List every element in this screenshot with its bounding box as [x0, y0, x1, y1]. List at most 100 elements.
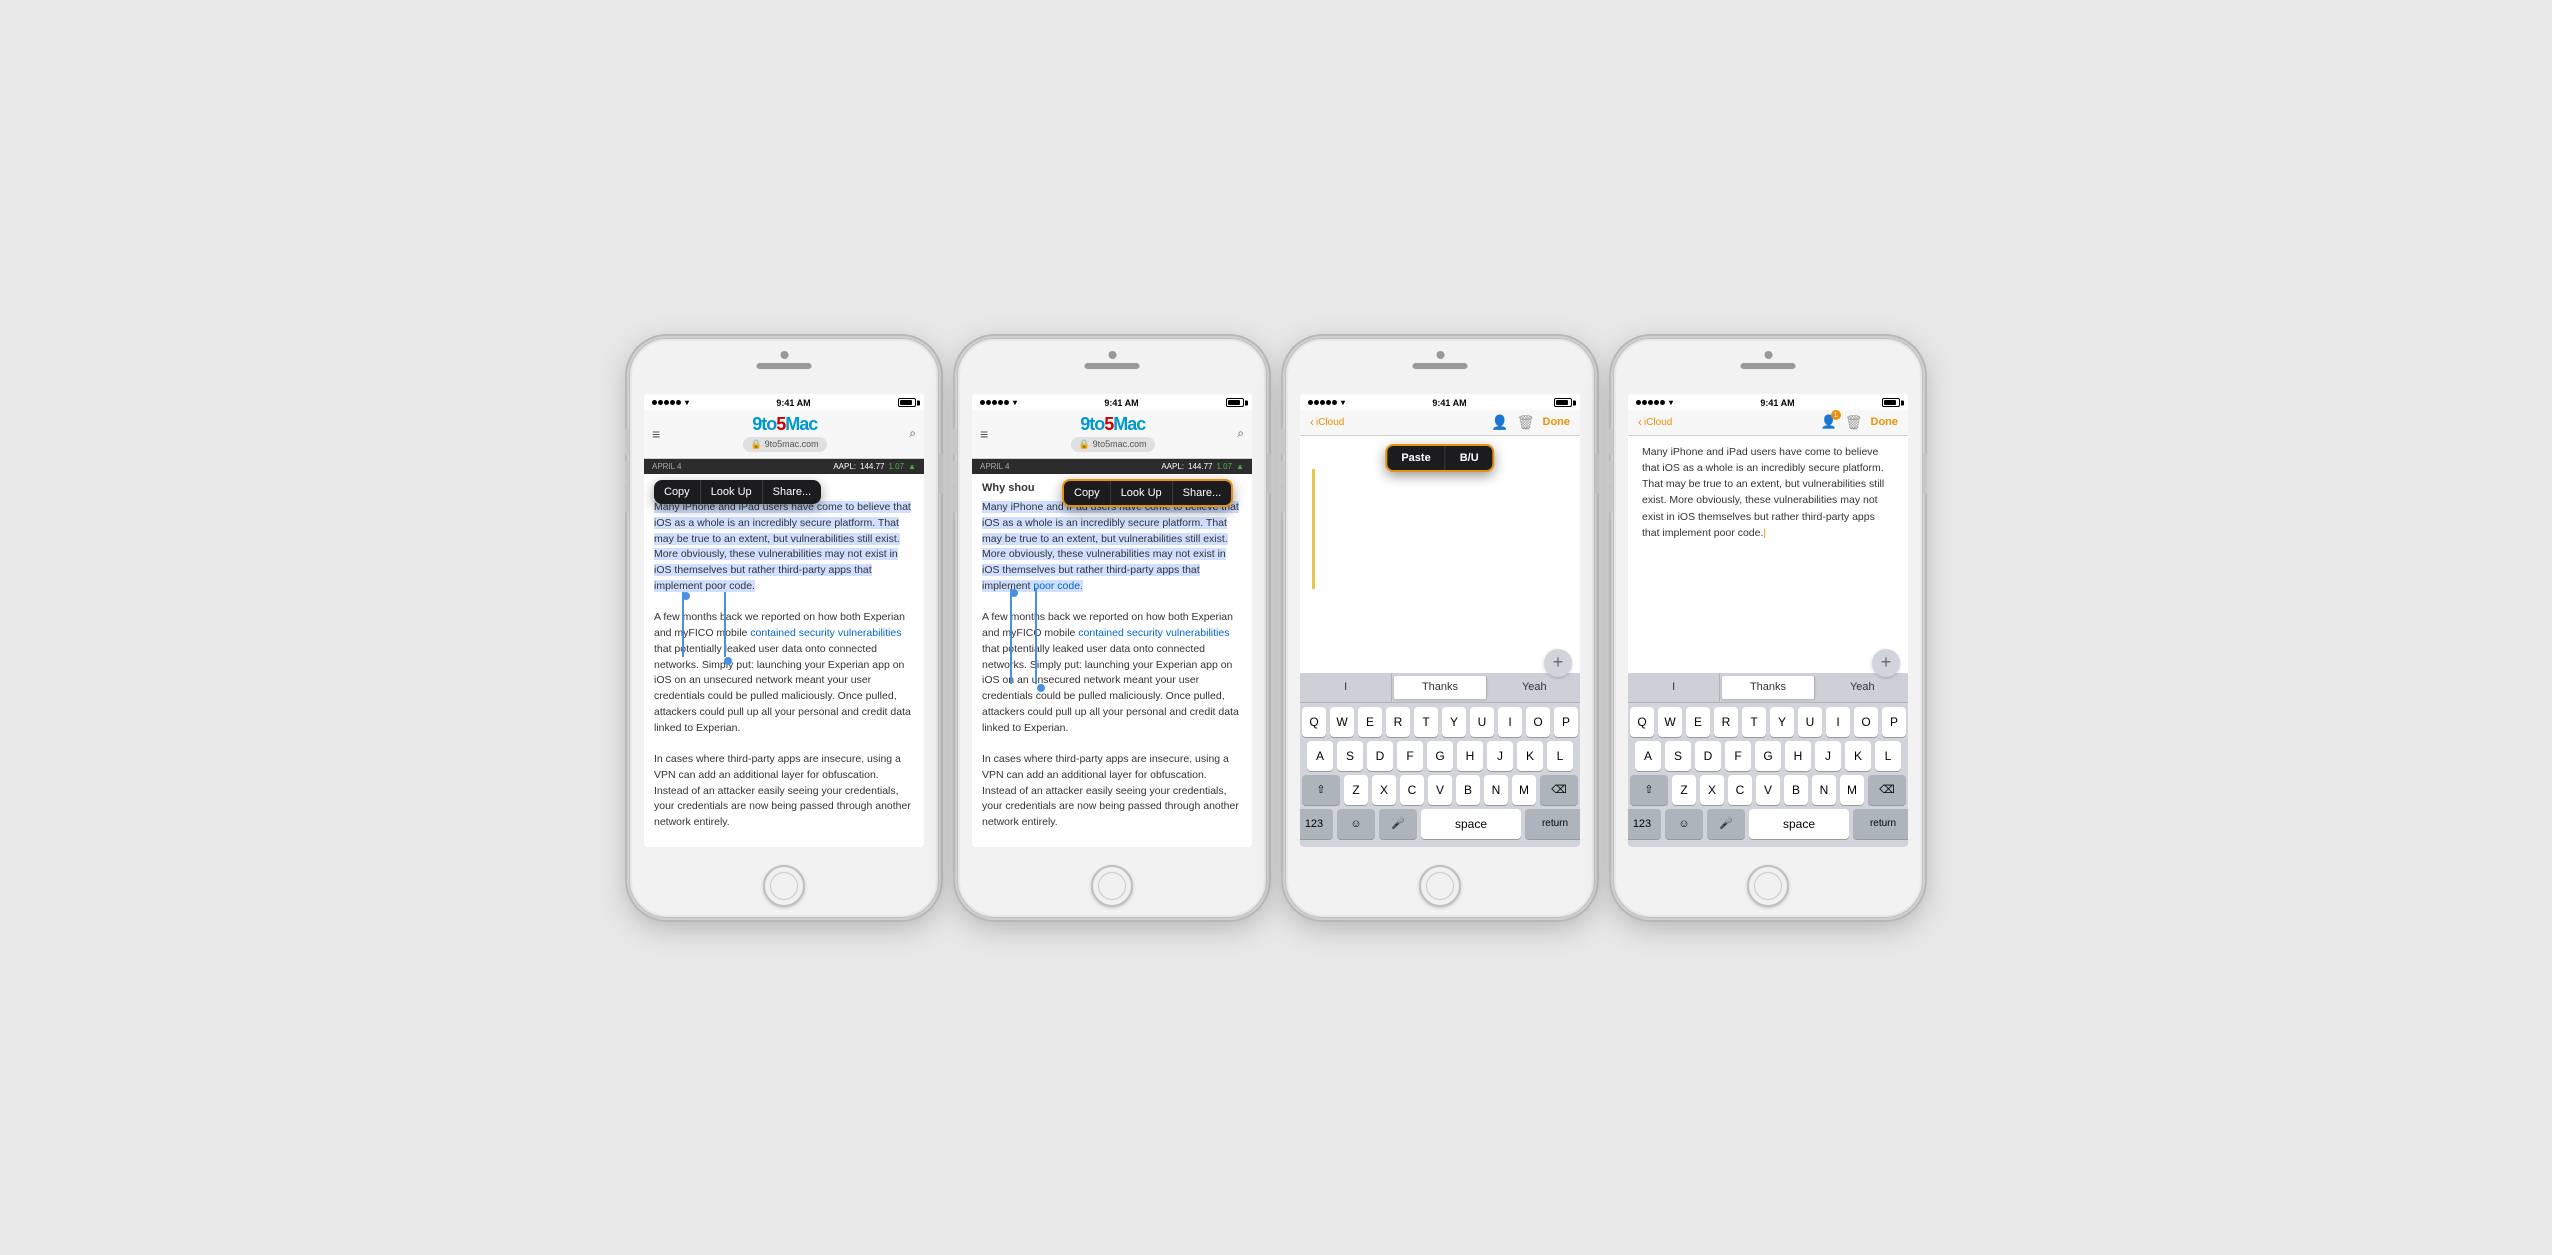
- suggestion-i-4[interactable]: I: [1628, 673, 1720, 702]
- key-return-4[interactable]: return: [1853, 809, 1908, 839]
- key-z-3[interactable]: Z: [1344, 775, 1368, 805]
- suggestion-thanks-4[interactable]: Thanks: [1722, 676, 1814, 699]
- key-123-3[interactable]: 123: [1300, 809, 1333, 839]
- paste-button-3[interactable]: Paste: [1387, 446, 1445, 470]
- safari-menu-icon-1[interactable]: ≡: [652, 426, 660, 442]
- key-c-3[interactable]: C: [1400, 775, 1424, 805]
- key-t-4[interactable]: T: [1742, 707, 1766, 737]
- key-return-3[interactable]: return: [1525, 809, 1580, 839]
- share-button-1[interactable]: Share...: [763, 480, 822, 504]
- key-d-3[interactable]: D: [1367, 741, 1393, 771]
- key-h-4[interactable]: H: [1785, 741, 1811, 771]
- key-q-4[interactable]: Q: [1630, 707, 1654, 737]
- add-button-3[interactable]: +: [1544, 649, 1572, 677]
- key-s-3[interactable]: S: [1337, 741, 1363, 771]
- key-w-4[interactable]: W: [1658, 707, 1682, 737]
- key-t-3[interactable]: T: [1414, 707, 1438, 737]
- key-k-3[interactable]: K: [1517, 741, 1543, 771]
- key-p-4[interactable]: P: [1882, 707, 1906, 737]
- safari-menu-icon-2[interactable]: ≡: [980, 426, 988, 442]
- key-w-3[interactable]: W: [1330, 707, 1354, 737]
- key-y-4[interactable]: Y: [1770, 707, 1794, 737]
- key-space-4[interactable]: space: [1749, 809, 1849, 839]
- key-q-3[interactable]: Q: [1302, 707, 1326, 737]
- notes-content-4[interactable]: Many iPhone and iPad users have come to …: [1628, 436, 1908, 550]
- lookup-button-1[interactable]: Look Up: [701, 480, 763, 504]
- key-e-4[interactable]: E: [1686, 707, 1710, 737]
- key-f-4[interactable]: F: [1725, 741, 1751, 771]
- search-icon-2[interactable]: ⌕: [1237, 426, 1244, 441]
- key-x-4[interactable]: X: [1700, 775, 1724, 805]
- key-b-4[interactable]: B: [1784, 775, 1808, 805]
- key-j-3[interactable]: J: [1487, 741, 1513, 771]
- add-button-4[interactable]: +: [1872, 649, 1900, 677]
- key-p-3[interactable]: P: [1554, 707, 1578, 737]
- url-bar-1[interactable]: 🔒 9to5mac.com: [743, 437, 827, 452]
- key-a-4[interactable]: A: [1635, 741, 1661, 771]
- suggestion-thanks-3[interactable]: Thanks: [1394, 676, 1486, 699]
- copy-button-2[interactable]: Copy: [1064, 481, 1111, 505]
- notes-back-4[interactable]: ‹ iCloud: [1638, 415, 1672, 429]
- key-m-4[interactable]: M: [1840, 775, 1864, 805]
- key-v-4[interactable]: V: [1756, 775, 1780, 805]
- share-button-2[interactable]: Share...: [1173, 481, 1232, 505]
- key-s-4[interactable]: S: [1665, 741, 1691, 771]
- key-123-4[interactable]: 123: [1628, 809, 1661, 839]
- key-x-3[interactable]: X: [1372, 775, 1396, 805]
- key-k-4[interactable]: K: [1845, 741, 1871, 771]
- person-icon-4[interactable]: 👤1: [1821, 414, 1837, 430]
- search-icon-1[interactable]: ⌕: [909, 426, 916, 441]
- copy-button-1[interactable]: Copy: [654, 480, 701, 504]
- done-button-4[interactable]: Done: [1871, 416, 1899, 428]
- home-button-3[interactable]: [1419, 865, 1461, 907]
- key-e-3[interactable]: E: [1358, 707, 1382, 737]
- key-v-3[interactable]: V: [1428, 775, 1452, 805]
- home-button-4[interactable]: [1747, 865, 1789, 907]
- suggestion-yeah-4[interactable]: Yeah: [1817, 673, 1908, 702]
- key-b-3[interactable]: B: [1456, 775, 1480, 805]
- key-g-4[interactable]: G: [1755, 741, 1781, 771]
- key-r-4[interactable]: R: [1714, 707, 1738, 737]
- key-backspace-4[interactable]: ⌫: [1868, 775, 1906, 805]
- lookup-button-2[interactable]: Look Up: [1111, 481, 1173, 505]
- key-u-3[interactable]: U: [1470, 707, 1494, 737]
- key-i-3[interactable]: I: [1498, 707, 1522, 737]
- suggestion-yeah-3[interactable]: Yeah: [1489, 673, 1580, 702]
- key-u-4[interactable]: U: [1798, 707, 1822, 737]
- key-c-4[interactable]: C: [1728, 775, 1752, 805]
- key-y-3[interactable]: Y: [1442, 707, 1466, 737]
- key-space-3[interactable]: space: [1421, 809, 1521, 839]
- key-n-4[interactable]: N: [1812, 775, 1836, 805]
- key-mic-3[interactable]: 🎤: [1379, 809, 1417, 839]
- url-bar-2[interactable]: 🔒 9to5mac.com: [1071, 437, 1155, 452]
- suggestion-i-3[interactable]: I: [1300, 673, 1392, 702]
- key-o-4[interactable]: O: [1854, 707, 1878, 737]
- key-i-4[interactable]: I: [1826, 707, 1850, 737]
- trash-icon-3[interactable]: 🗑: [1517, 414, 1535, 431]
- trash-icon-4[interactable]: 🗑: [1845, 414, 1863, 431]
- key-n-3[interactable]: N: [1484, 775, 1508, 805]
- home-button-1[interactable]: [763, 865, 805, 907]
- key-r-3[interactable]: R: [1386, 707, 1410, 737]
- person-icon-3[interactable]: 👤: [1491, 414, 1508, 431]
- key-emoji-3[interactable]: ☺: [1337, 809, 1375, 839]
- key-l-4[interactable]: L: [1875, 741, 1901, 771]
- key-emoji-4[interactable]: ☺: [1665, 809, 1703, 839]
- key-a-3[interactable]: A: [1307, 741, 1333, 771]
- notes-back-3[interactable]: ‹ iCloud: [1310, 415, 1344, 429]
- link-text-2[interactable]: contained security vulnerabilities: [1078, 627, 1229, 639]
- link-text-1[interactable]: contained security vulnerabilities: [750, 627, 901, 639]
- key-h-3[interactable]: H: [1457, 741, 1483, 771]
- done-button-3[interactable]: Done: [1543, 416, 1571, 428]
- key-z-4[interactable]: Z: [1672, 775, 1696, 805]
- key-backspace-3[interactable]: ⌫: [1540, 775, 1578, 805]
- key-d-4[interactable]: D: [1695, 741, 1721, 771]
- notes-empty-area-3[interactable]: [1300, 454, 1580, 614]
- key-shift-4[interactable]: ⇧: [1630, 775, 1668, 805]
- key-o-3[interactable]: O: [1526, 707, 1550, 737]
- key-g-3[interactable]: G: [1427, 741, 1453, 771]
- key-mic-4[interactable]: 🎤: [1707, 809, 1745, 839]
- key-shift-3[interactable]: ⇧: [1302, 775, 1340, 805]
- key-j-4[interactable]: J: [1815, 741, 1841, 771]
- biu-button-3[interactable]: B/U: [1446, 446, 1493, 470]
